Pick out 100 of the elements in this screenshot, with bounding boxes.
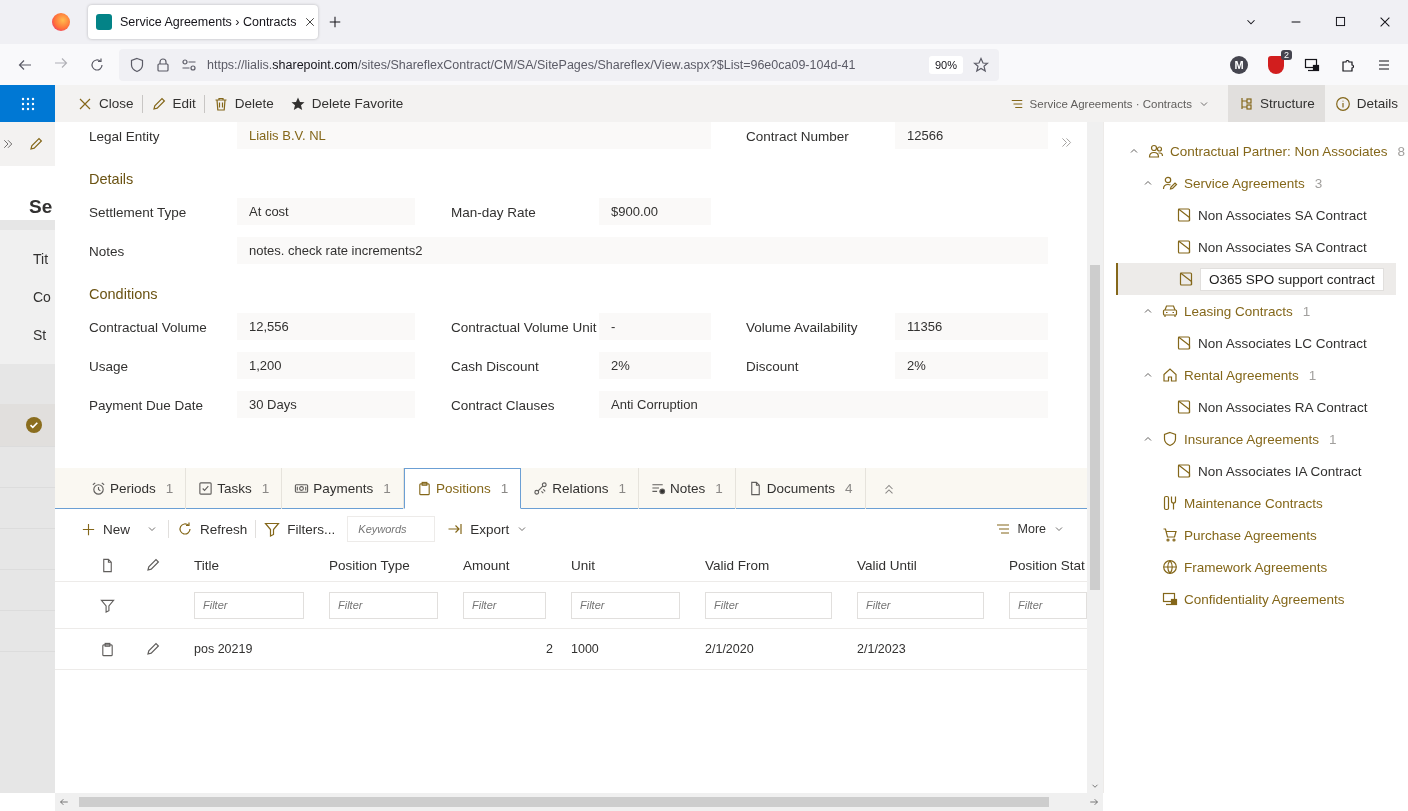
column-header[interactable]: Valid From xyxy=(698,557,850,573)
contract-icon xyxy=(1176,207,1192,223)
tree-item[interactable]: O365 SPO support contract xyxy=(1200,267,1384,291)
profile-avatar[interactable]: M xyxy=(1230,55,1248,74)
tree-item[interactable]: Non Associates LC Contract xyxy=(1198,335,1367,351)
filters-button[interactable]: Filters... xyxy=(258,514,342,544)
permissions-icon xyxy=(181,56,197,73)
section-heading: Details xyxy=(89,171,135,187)
column-header[interactable]: Unit xyxy=(564,557,698,573)
tree-item[interactable]: Contractual Partner: Non Associates xyxy=(1170,143,1388,159)
scroll-right-icon[interactable] xyxy=(1089,796,1099,807)
close-icon[interactable] xyxy=(1378,15,1392,29)
filter-field[interactable]: Filter xyxy=(194,591,304,619)
pencil-icon xyxy=(28,136,44,152)
notes-icon xyxy=(650,481,666,496)
browser-logo-icon[interactable] xyxy=(52,13,70,31)
tree-item[interactable]: Insurance Agreements xyxy=(1184,431,1320,447)
laptop-lock-icon xyxy=(1162,591,1178,607)
export-icon xyxy=(447,521,464,537)
column-header[interactable]: Valid Until xyxy=(850,557,1002,573)
keywords-field[interactable]: Keywords xyxy=(347,516,436,542)
column-header[interactable]: Position Type xyxy=(322,557,456,573)
filter-field[interactable]: Filter xyxy=(571,591,680,619)
field-label: St xyxy=(33,326,48,345)
tree-item[interactable]: Non Associates SA Contract xyxy=(1198,207,1367,223)
item-count: 3 xyxy=(1314,175,1323,191)
toolbar-button[interactable]: Edit xyxy=(142,85,204,122)
checkbox-icon xyxy=(198,481,214,496)
refresh-button[interactable]: Refresh xyxy=(171,514,254,544)
pencil-icon xyxy=(145,557,161,573)
filter-field[interactable]: Filter xyxy=(705,591,832,619)
tree-item[interactable]: Service Agreements xyxy=(1184,175,1305,191)
forward-icon[interactable] xyxy=(53,55,69,71)
tree-item[interactable]: Rental Agreements xyxy=(1184,367,1299,383)
plus-icon xyxy=(81,521,96,537)
tree-item[interactable]: Non Associates SA Contract xyxy=(1198,239,1367,255)
toolbar-button[interactable]: Close xyxy=(69,85,142,122)
field-label: Usage xyxy=(89,358,130,375)
shield-extension-icon[interactable] xyxy=(1268,55,1284,74)
filter-field[interactable]: Filter xyxy=(857,591,984,619)
extension-badge: 2 xyxy=(1281,49,1292,60)
collapse-icon[interactable] xyxy=(1060,136,1073,149)
field-label: Co xyxy=(33,288,52,307)
tree-item[interactable]: Framework Agreements xyxy=(1184,559,1328,575)
scroll-left-icon[interactable] xyxy=(59,797,69,807)
more-button[interactable]: More xyxy=(988,514,1071,544)
tree-item[interactable]: Leasing Contracts xyxy=(1184,303,1293,319)
clipboard-icon[interactable] xyxy=(100,641,115,657)
close-icon[interactable] xyxy=(304,16,317,28)
new-button[interactable]: New xyxy=(75,514,136,544)
new-tab-icon[interactable] xyxy=(328,15,342,29)
toolbar-button[interactable]: Delete xyxy=(204,85,282,122)
column-header[interactable]: Position Stat xyxy=(1002,557,1087,573)
scrollbar-thumb[interactable] xyxy=(79,797,1049,807)
filter-field[interactable]: Filter xyxy=(1009,591,1087,619)
export-button[interactable]: Export xyxy=(441,514,535,544)
field-label: Volume Availability xyxy=(746,319,859,336)
panel-tab[interactable]: Structure xyxy=(1227,85,1325,122)
tree-item[interactable]: Maintenance Contracts xyxy=(1184,495,1323,511)
tree-item[interactable]: Non Associates IA Contract xyxy=(1198,463,1362,479)
site-icon xyxy=(96,14,112,30)
cart-icon xyxy=(1162,527,1178,543)
filter-icon[interactable] xyxy=(100,597,115,613)
waffle-icon xyxy=(19,95,36,112)
contract-icon xyxy=(1176,239,1192,255)
tree-item[interactable]: Non Associates RA Contract xyxy=(1198,399,1368,415)
reload-icon[interactable] xyxy=(89,56,105,73)
lines-icon xyxy=(994,521,1011,537)
zoom-level[interactable]: 90% xyxy=(928,55,963,74)
lookup-link[interactable]: Lialis B.V. NL xyxy=(237,122,711,149)
tab[interactable]: Positions 1 xyxy=(403,468,522,509)
column-header[interactable]: Title xyxy=(187,557,322,573)
info-icon xyxy=(1334,95,1351,112)
panel-tab[interactable]: Details xyxy=(1324,85,1408,122)
tree-item[interactable]: Purchase Agreements xyxy=(1184,527,1317,543)
field-label: Legal Entity xyxy=(89,128,161,145)
address-bar[interactable]: https://lialis.sharepoint.com/sites/ShareflexContract/CM/SA/SitePages/Shareflex/View.aspx?$List=96e0ca09-104d-41 90% xyxy=(119,48,999,81)
url-text: https://lialis.sharepoint.com/sites/ShareflexContract/CM/SA/SitePages/Shareflex/View.aspx?$List=96e0ca09-104d-41 xyxy=(207,57,857,72)
field-value: $900.00 xyxy=(599,198,711,225)
filter-field[interactable]: Filter xyxy=(329,591,438,619)
field-value: At cost xyxy=(237,198,415,225)
pencil-icon[interactable] xyxy=(145,641,161,657)
item-count: 1 xyxy=(1308,367,1317,383)
field-label: Payment Due Date xyxy=(89,397,205,414)
contract-icon xyxy=(1178,271,1194,287)
filter-field[interactable]: Filter xyxy=(463,591,546,619)
tree-item[interactable]: Confidentiality Agreements xyxy=(1184,591,1345,607)
contract-icon xyxy=(1176,399,1192,415)
breadcrumb-dropdown[interactable]: Service Agreements · Contracts xyxy=(1001,85,1218,122)
bookmark-icon[interactable] xyxy=(973,56,989,73)
contract-icon xyxy=(1176,335,1192,351)
field-value: 12566 xyxy=(895,122,1048,149)
scrollbar-thumb[interactable] xyxy=(1090,265,1100,590)
column-header[interactable]: Amount xyxy=(456,557,564,573)
extension-icon[interactable] xyxy=(1304,56,1320,73)
browser-tab[interactable]: Service Agreements › Contracts xyxy=(88,5,318,39)
toolbar-button[interactable]: Delete Favorite xyxy=(281,85,412,122)
filter-icon xyxy=(264,521,281,537)
maximize-icon[interactable] xyxy=(1334,15,1347,28)
item-count: 8 xyxy=(1397,143,1406,159)
